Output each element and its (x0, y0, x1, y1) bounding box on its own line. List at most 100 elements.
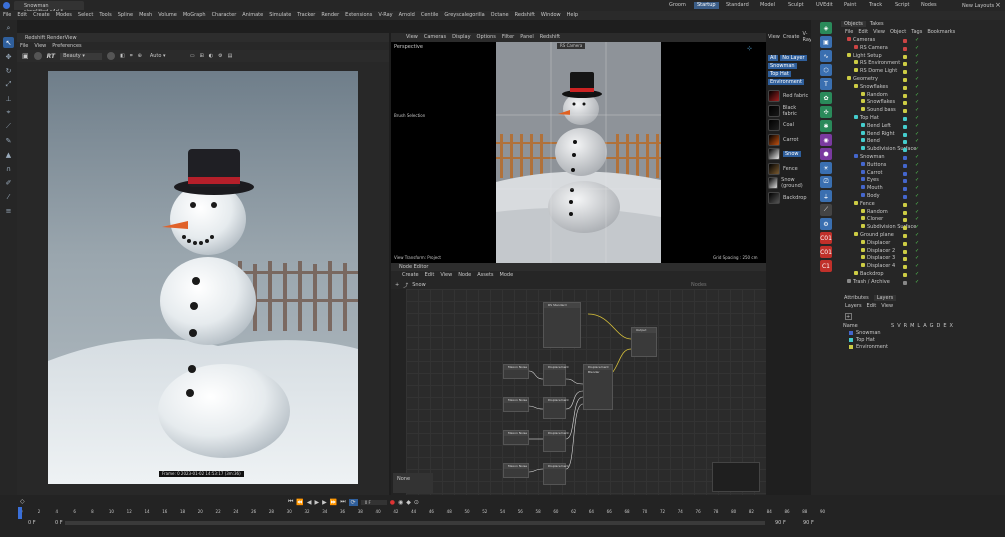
object-row[interactable]: Body ✓ (841, 192, 1005, 201)
auto-select[interactable]: Auto ▾ (147, 53, 185, 60)
layout-tab-script[interactable]: Script (892, 2, 913, 9)
visible-check-icon[interactable]: ✓ (915, 193, 919, 201)
visible-check-icon[interactable]: ✓ (915, 162, 919, 170)
cube-icon[interactable]: ▣ (820, 36, 832, 48)
menu-modes[interactable]: Modes (53, 11, 75, 20)
visible-check-icon[interactable]: ✓ (915, 76, 919, 84)
node-rs-standard[interactable]: RS Standard (543, 302, 581, 348)
vp-menu-view[interactable]: View (403, 33, 421, 42)
record-icon[interactable]: ● (390, 499, 395, 506)
color-icon[interactable]: ◐ (209, 53, 213, 59)
generator-icon[interactable]: ⬡ (820, 64, 832, 76)
magnet-icon[interactable]: ∩ (3, 163, 14, 174)
rv-menu-preferences[interactable]: Preferences (49, 42, 84, 51)
layer-color-swatch[interactable] (903, 194, 907, 199)
crop-icon[interactable]: ⌗ (130, 53, 133, 59)
visible-check-icon[interactable]: ✓ (915, 146, 919, 154)
layer-color-swatch[interactable] (903, 93, 907, 98)
vp-menu-options[interactable]: Options (474, 33, 499, 42)
menu-tracker[interactable]: Tracker (294, 11, 318, 20)
autokey-icon[interactable]: ◉ (398, 499, 403, 506)
select-icon[interactable]: ↖ (3, 37, 14, 48)
menu-simulate[interactable]: Simulate (266, 11, 294, 20)
current-frame-field[interactable]: 0 F (55, 520, 63, 526)
vp-menu-redshift[interactable]: Redshift (537, 33, 563, 42)
pen-icon[interactable]: ✐ (3, 177, 14, 188)
visible-check-icon[interactable]: ✓ (915, 84, 919, 92)
vp-menu-panel[interactable]: Panel (517, 33, 537, 42)
visible-check-icon[interactable]: ✓ (915, 68, 919, 76)
visible-check-icon[interactable]: ✓ (915, 209, 919, 217)
end-frame-field-2[interactable]: 90 F (803, 520, 814, 526)
aov-select[interactable]: Beauty ▾ (60, 52, 103, 60)
lp-menu-view[interactable]: View (768, 34, 780, 40)
filter-snowman-button[interactable]: Snowman (768, 63, 797, 69)
object-row[interactable]: Bend Left ✓ (841, 122, 1005, 131)
ne-menu-view[interactable]: View (437, 271, 455, 280)
visible-check-icon[interactable]: ✓ (915, 107, 919, 115)
layer-color-swatch[interactable] (903, 155, 907, 160)
first-frame-icon[interactable]: ⏮ (288, 498, 293, 506)
object-row[interactable]: Snowflakes ✓ (841, 99, 1005, 107)
visible-check-icon[interactable]: ✓ (915, 185, 919, 193)
tab-objects[interactable]: Objects (841, 21, 866, 27)
layer-color-swatch[interactable] (903, 39, 907, 43)
lm-menu-view[interactable]: View (881, 303, 893, 309)
layer-row[interactable]: Snowman (841, 329, 1005, 336)
object-row[interactable]: Snowman ✓ (841, 153, 1005, 162)
om-menu-file[interactable]: File (845, 29, 853, 35)
material-item[interactable]: Coal (766, 118, 811, 133)
lm-column-header[interactable]: M (910, 323, 914, 329)
object-row[interactable]: Random ✓ (841, 91, 1005, 100)
ne-menu-mode[interactable]: Mode (497, 271, 517, 280)
material-item[interactable]: Carrot (766, 133, 811, 148)
loop-icon[interactable]: ⟳ (348, 498, 358, 506)
timeline-settings-icon[interactable]: ◇ (20, 498, 25, 505)
menu-greyscalegorilla[interactable]: Greyscalegorilla (441, 11, 487, 20)
object-row[interactable]: Bend ✓ (841, 138, 1005, 146)
lm-column-header[interactable]: G (930, 323, 934, 329)
menu-animate[interactable]: Animate (239, 11, 266, 20)
layer-color-swatch[interactable] (903, 116, 907, 121)
rv-menu-view[interactable]: View (31, 42, 49, 51)
redshift-object-icon[interactable]: C1 (820, 260, 832, 272)
layer-color-swatch[interactable] (903, 265, 907, 270)
rv-menu-file[interactable]: File (17, 42, 31, 51)
vp-menu-filter[interactable]: Filter (499, 33, 517, 42)
file-tab[interactable]: Snowman simplified.c4d * (14, 1, 84, 15)
menu-octane[interactable]: Octane (488, 11, 512, 20)
scale-icon[interactable]: ⤢ (3, 79, 14, 90)
visible-check-icon[interactable]: ✓ (915, 99, 919, 107)
layer-color-swatch[interactable] (903, 257, 907, 262)
object-row[interactable]: Sound bass ✓ (841, 107, 1005, 115)
visible-check-icon[interactable]: ✓ (915, 131, 919, 139)
prev-frame-icon[interactable]: ◀ (307, 499, 312, 506)
lp-menu-create[interactable]: Create (783, 34, 800, 40)
menu-volume[interactable]: Volume (155, 11, 180, 20)
node-path[interactable]: Snow (412, 282, 426, 288)
layer-color-swatch[interactable] (903, 132, 907, 137)
lm-column-header[interactable]: V (897, 323, 900, 329)
node-displacement-blender[interactable]: Displacement Blender (583, 364, 613, 410)
object-row[interactable]: Displacer 4 ✓ (841, 263, 1005, 271)
visible-check-icon[interactable]: ✓ (915, 115, 919, 123)
layer-color-swatch[interactable] (903, 109, 907, 114)
tab-layers[interactable]: Layers (873, 294, 897, 301)
om-menu-view[interactable]: View (873, 29, 885, 35)
object-row[interactable]: Displacer 3 ✓ (841, 255, 1005, 263)
layout-tab-paint[interactable]: Paint (841, 2, 859, 9)
viewport[interactable]: View Cameras Display Options Filter Panel Reds… (391, 33, 766, 263)
visible-check-icon[interactable]: ✓ (915, 232, 919, 240)
tab-attributes[interactable]: Attributes (841, 295, 872, 301)
object-row[interactable]: Buttons ✓ (841, 161, 1005, 170)
filter-top-hat-button[interactable]: Top Hat (768, 71, 791, 77)
material-item[interactable]: Fence (766, 162, 811, 177)
node-displacement[interactable]: Displacement (543, 430, 569, 452)
scene-icon[interactable]: ◉ (820, 134, 832, 146)
field-icon[interactable]: ✱ (820, 120, 832, 132)
visible-check-icon[interactable]: ✓ (915, 177, 919, 185)
histogram-icon[interactable]: ▤ (228, 53, 233, 59)
zoom-icon[interactable]: ⊕ (138, 53, 142, 59)
compare-icon[interactable]: ◧ (120, 53, 125, 59)
brush-icon[interactable]: ✎ (3, 135, 14, 146)
